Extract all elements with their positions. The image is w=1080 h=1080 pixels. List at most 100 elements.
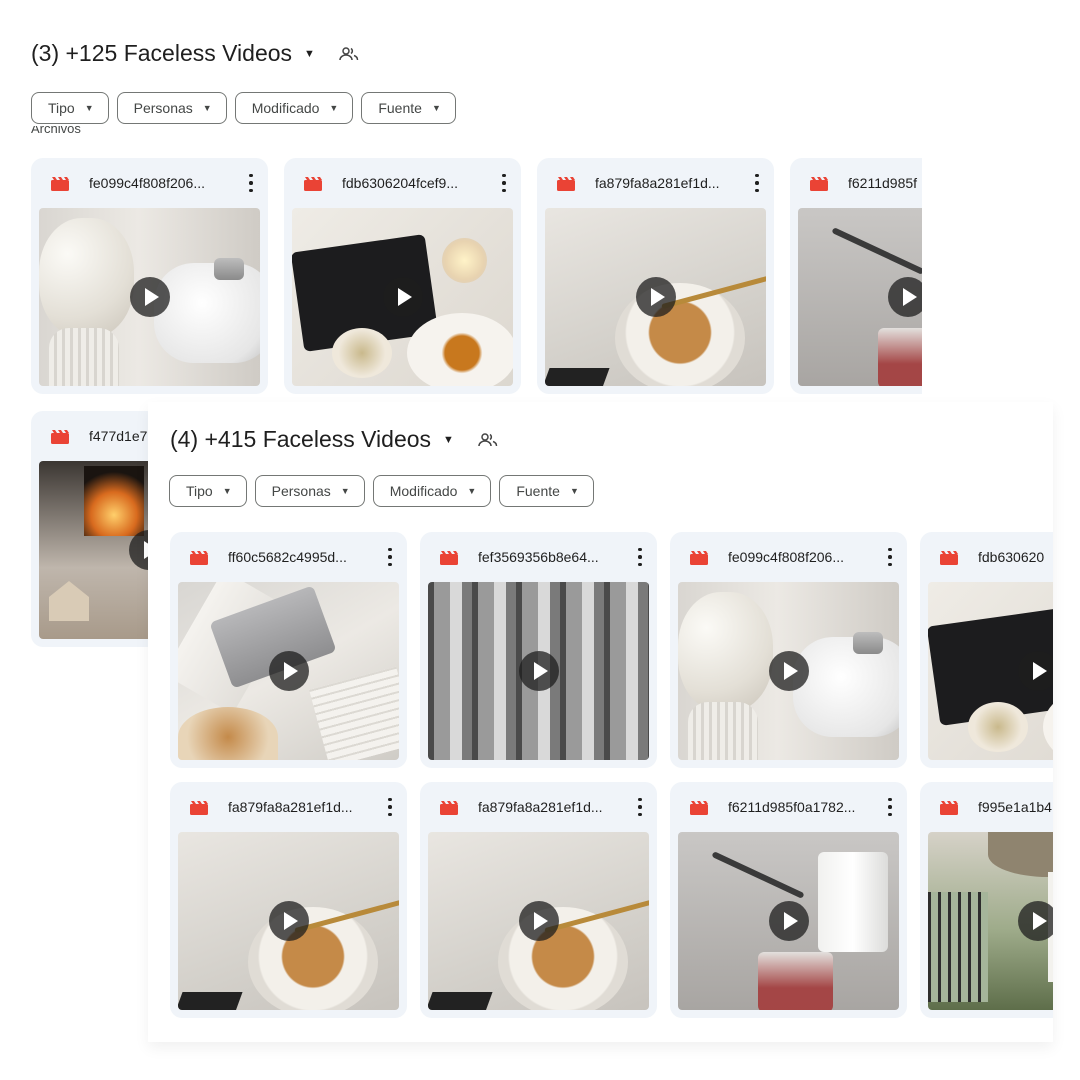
play-icon[interactable] — [129, 277, 170, 317]
video-thumbnail[interactable] — [678, 582, 899, 760]
filter-source-chip[interactable]: Fuente ▼ — [499, 475, 594, 507]
file-name[interactable]: f477d1e7 — [89, 428, 147, 444]
file-card[interactable]: fe099c4f808f206... — [670, 532, 907, 768]
video-file-icon — [51, 177, 69, 191]
folder-4-view: (4) +415 Faceless Videos ▼ Tipo ▼ Persona… — [148, 402, 1053, 1042]
file-card[interactable]: fa879fa8a281ef1d... — [537, 158, 774, 394]
file-card[interactable]: fa879fa8a281ef1d... — [170, 782, 407, 1018]
file-name[interactable]: fa879fa8a281ef1d... — [478, 799, 603, 815]
folder-title[interactable]: (4) +415 Faceless Videos — [170, 426, 431, 453]
file-name[interactable]: fa879fa8a281ef1d... — [595, 175, 720, 191]
video-file-icon — [810, 177, 828, 191]
more-vert-icon[interactable] — [754, 172, 760, 194]
video-thumbnail[interactable] — [928, 832, 1053, 1010]
video-thumbnail[interactable] — [798, 208, 922, 386]
play-icon[interactable] — [768, 651, 809, 691]
chip-label: Tipo — [186, 483, 213, 499]
filter-chips: Tipo ▼ Personas ▼ Modificado ▼ Fuente ▼ — [31, 92, 456, 124]
filter-type-chip[interactable]: Tipo ▼ — [169, 475, 247, 507]
chip-label: Personas — [271, 483, 331, 499]
file-name[interactable]: fef3569356b8e64... — [478, 549, 599, 565]
file-name[interactable]: ff60c5682c4995d... — [228, 549, 347, 565]
file-name[interactable]: fe099c4f808f206... — [728, 549, 844, 565]
video-file-icon — [440, 551, 458, 565]
chip-label: Fuente — [516, 483, 560, 499]
play-icon[interactable] — [1018, 901, 1053, 941]
filter-people-chip[interactable]: Personas ▼ — [254, 475, 365, 507]
video-thumbnail[interactable] — [428, 582, 649, 760]
video-thumbnail[interactable] — [928, 582, 1053, 760]
video-thumbnail[interactable] — [428, 832, 649, 1010]
play-icon[interactable] — [635, 277, 676, 317]
filter-modified-chip[interactable]: Modificado ▼ — [234, 92, 354, 124]
file-name[interactable]: f6211d985f0a1782... — [728, 799, 855, 815]
more-vert-icon[interactable] — [501, 172, 507, 194]
filter-people-chip[interactable]: Personas ▼ — [116, 92, 227, 124]
video-file-icon — [190, 551, 208, 565]
video-thumbnail[interactable] — [39, 208, 260, 386]
section-label-clip: Archivos — [31, 126, 111, 138]
file-card[interactable]: f6211d985f0a1782... — [670, 782, 907, 1018]
file-card[interactable]: f995e1a1b4 — [920, 782, 1053, 1018]
video-thumbnail[interactable] — [39, 461, 148, 639]
play-icon[interactable] — [268, 651, 309, 691]
play-icon[interactable] — [518, 901, 559, 941]
video-thumbnail[interactable] — [178, 832, 399, 1010]
file-card[interactable]: fe099c4f808f206... — [31, 158, 268, 394]
play-icon[interactable] — [382, 277, 423, 317]
chevron-down-icon[interactable]: ▼ — [443, 434, 454, 446]
file-card[interactable]: fa879fa8a281ef1d... — [420, 782, 657, 1018]
file-card[interactable]: ff60c5682c4995d... — [170, 532, 407, 768]
more-vert-icon[interactable] — [387, 546, 393, 568]
video-file-icon — [304, 177, 322, 191]
play-icon[interactable] — [1018, 651, 1053, 691]
chip-label: Fuente — [378, 100, 422, 116]
video-thumbnail[interactable] — [678, 832, 899, 1010]
video-thumbnail[interactable] — [178, 582, 399, 760]
arrow-drop-down-icon: ▼ — [84, 103, 94, 113]
file-card[interactable]: f477d1e7 — [31, 411, 148, 647]
filter-source-chip[interactable]: Fuente ▼ — [361, 92, 456, 124]
filter-type-chip[interactable]: Tipo ▼ — [31, 92, 109, 124]
folder-title[interactable]: (3) +125 Faceless Videos — [31, 40, 292, 67]
file-name[interactable]: fdb6306204fcef9... — [342, 175, 458, 191]
card-clip: f995e1a1b4 — [920, 782, 1053, 1018]
play-icon[interactable] — [129, 530, 148, 570]
file-card[interactable]: fdb630620 — [920, 532, 1053, 768]
file-name[interactable]: f6211d985f — [848, 175, 917, 191]
filter-modified-chip[interactable]: Modificado ▼ — [372, 475, 492, 507]
more-vert-icon[interactable] — [887, 796, 893, 818]
chevron-down-icon[interactable]: ▼ — [304, 48, 315, 60]
file-name[interactable]: fdb630620 — [978, 549, 1044, 565]
play-icon[interactable] — [768, 901, 809, 941]
file-name[interactable]: fa879fa8a281ef1d... — [228, 799, 353, 815]
chip-label: Personas — [133, 100, 193, 116]
folder-title-row[interactable]: (4) +415 Faceless Videos ▼ — [170, 426, 498, 453]
file-name[interactable]: fe099c4f808f206... — [89, 175, 205, 191]
arrow-drop-down-icon: ▼ — [431, 103, 441, 113]
more-vert-icon[interactable] — [887, 546, 893, 568]
play-icon[interactable] — [518, 651, 559, 691]
video-file-icon — [940, 801, 958, 815]
more-vert-icon[interactable] — [387, 796, 393, 818]
folder-title-row[interactable]: (3) +125 Faceless Videos ▼ — [31, 40, 359, 67]
play-icon[interactable] — [268, 901, 309, 941]
file-card[interactable]: fef3569356b8e64... — [420, 532, 657, 768]
arrow-drop-down-icon: ▼ — [467, 486, 477, 496]
video-file-icon — [190, 801, 208, 815]
file-card[interactable]: f6211d985f — [790, 158, 922, 394]
card-clip: f6211d985f — [790, 158, 922, 394]
file-card[interactable]: fdb6306204fcef9... — [284, 158, 521, 394]
section-label: Archivos — [31, 126, 81, 136]
more-vert-icon[interactable] — [637, 796, 643, 818]
more-vert-icon[interactable] — [637, 546, 643, 568]
file-name[interactable]: f995e1a1b4 — [978, 799, 1052, 815]
card-clip: f477d1e7 — [31, 411, 148, 651]
more-vert-icon[interactable] — [248, 172, 254, 194]
card-clip: fdb630620 — [920, 532, 1053, 768]
people-icon — [478, 432, 498, 446]
video-file-icon — [940, 551, 958, 565]
play-icon[interactable] — [888, 277, 922, 317]
video-thumbnail[interactable] — [545, 208, 766, 386]
video-thumbnail[interactable] — [292, 208, 513, 386]
